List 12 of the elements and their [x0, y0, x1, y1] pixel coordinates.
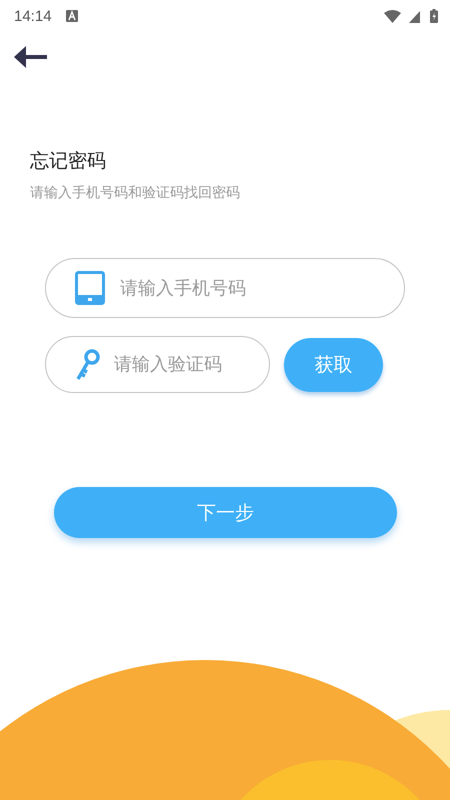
get-code-button[interactable]: 获取 — [284, 338, 383, 392]
code-input-field[interactable]: 请输入验证码 — [45, 336, 270, 393]
back-arrow-icon[interactable] — [14, 45, 48, 69]
phone-input-field[interactable]: 请输入手机号码 — [45, 258, 405, 318]
notification-icon — [66, 10, 78, 22]
wifi-icon — [384, 10, 401, 22]
status-time: 14:14 — [14, 8, 52, 24]
battery-icon — [430, 9, 438, 23]
page-title: 忘记密码 — [30, 149, 107, 174]
next-button[interactable]: 下一步 — [54, 487, 397, 538]
signal-icon — [409, 10, 422, 22]
page-subtitle: 请输入手机号码和验证码找回密码 — [30, 184, 241, 202]
